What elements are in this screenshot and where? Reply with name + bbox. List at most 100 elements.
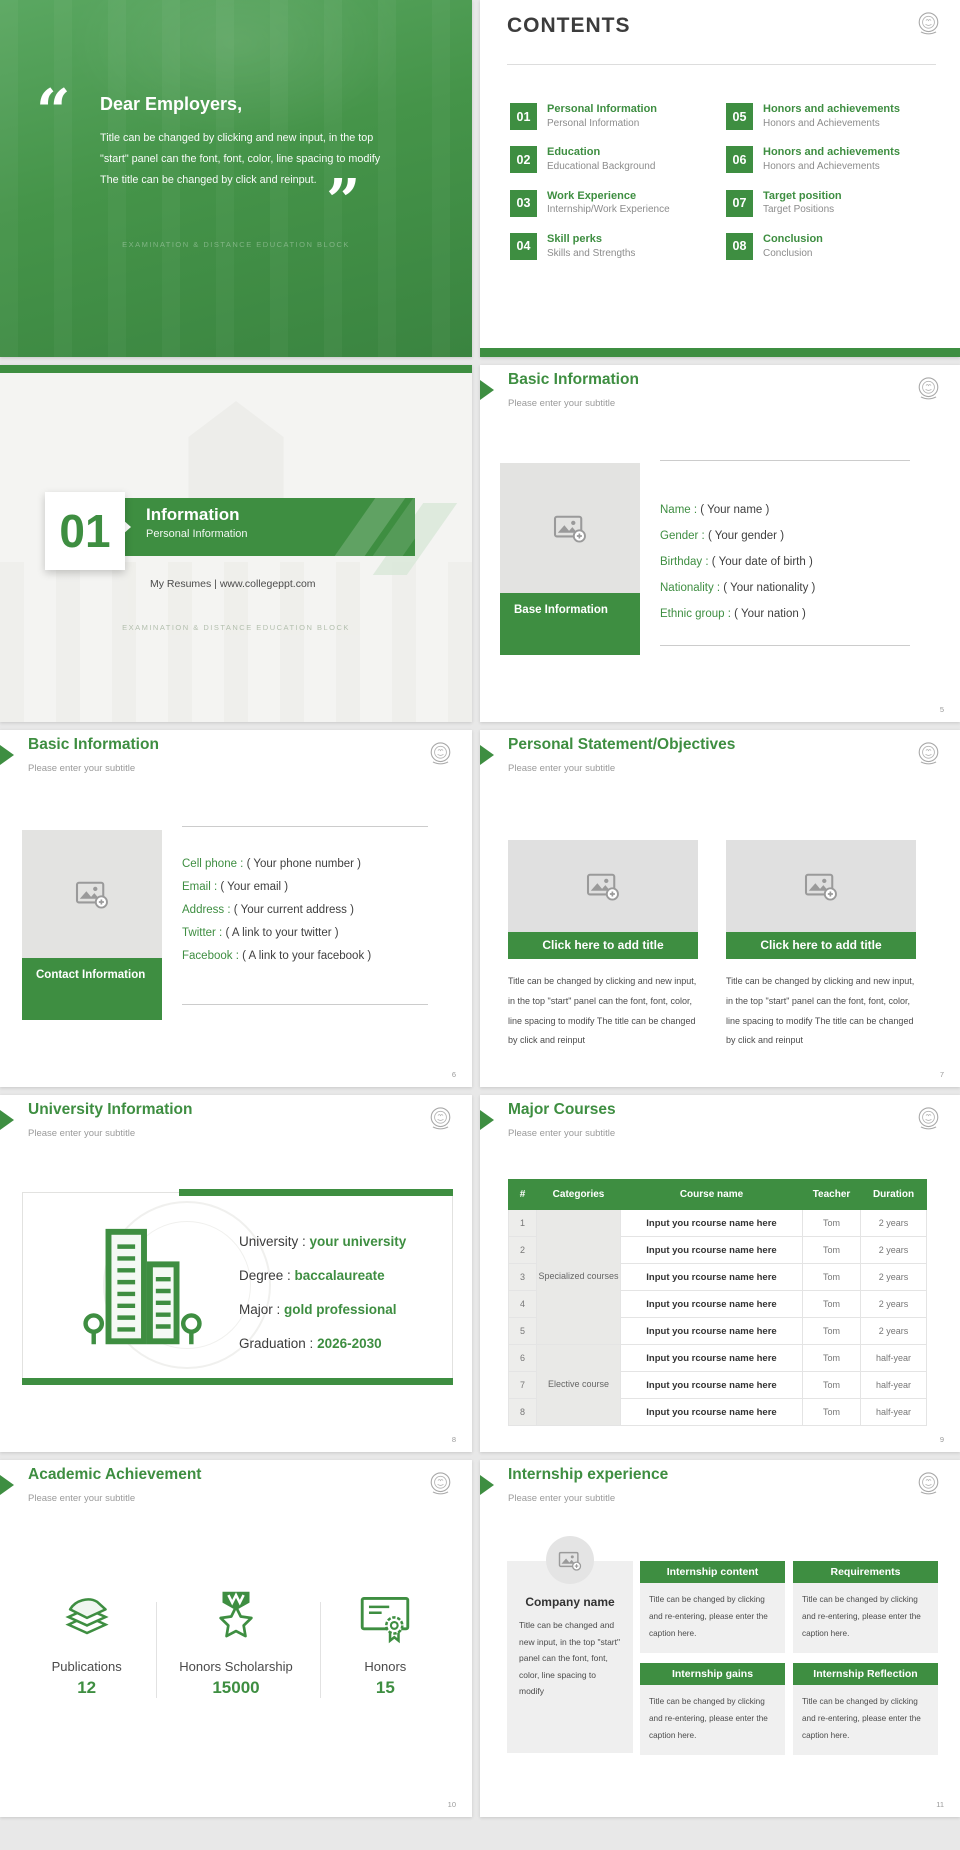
- internship-card: Requirements Title can be changed by cli…: [793, 1561, 938, 1653]
- stat-label: Publications: [51, 1659, 122, 1674]
- info-field-row: Email : ( Your email ): [182, 876, 428, 899]
- info-field-list: Name : ( Your name ) Gender : ( Your gen…: [660, 460, 910, 646]
- header-accent-bar: [0, 365, 472, 373]
- campus-building-icon: [73, 1215, 215, 1367]
- info-field-row: Facebook : ( A link to your facebook ): [182, 945, 428, 968]
- toc-title: Honors and achievements: [763, 146, 900, 159]
- image-placeholder[interactable]: [508, 840, 698, 932]
- toc-item-02[interactable]: 02 Education Educational Background: [510, 146, 710, 174]
- cell-teacher: Tom: [802, 1344, 861, 1372]
- image-placeholder[interactable]: [726, 840, 916, 932]
- image-placeholder[interactable]: [546, 1536, 594, 1584]
- slide-section-01[interactable]: 01 Information Personal Information My R…: [0, 365, 472, 722]
- stat-label: Honors: [364, 1659, 407, 1674]
- field-value: 2026-2030: [317, 1336, 382, 1351]
- publications-books-icon: [60, 1590, 114, 1644]
- slide-major-courses[interactable]: Major Courses Please enter your subtitle…: [480, 1095, 960, 1452]
- toc-item-04[interactable]: 04 Skill perks Skills and Strengths: [510, 232, 710, 260]
- table-header-row: # Categories Course name Teacher Duratio…: [508, 1179, 927, 1210]
- university-seal-logo: [915, 1470, 942, 1497]
- header-cell-course-name: Course name: [620, 1179, 803, 1210]
- image-placeholder[interactable]: [22, 830, 162, 958]
- cell-teacher: Tom: [802, 1263, 861, 1291]
- card-title-bar[interactable]: Requirements: [793, 1561, 938, 1583]
- card-title-bar[interactable]: Internship Reflection: [793, 1663, 938, 1685]
- field-label: Email :: [182, 881, 218, 893]
- field-value: ( Your nation ): [734, 608, 806, 620]
- slide-subtitle: Please enter your subtitle: [508, 1493, 616, 1504]
- field-label: Gender :: [660, 530, 705, 542]
- cell-course-name: Input you rcourse name here: [620, 1263, 803, 1291]
- cell-course-name: Input you rcourse name here: [620, 1317, 803, 1345]
- slide-title: Basic Information: [508, 371, 639, 388]
- toc-item-07[interactable]: 07 Target position Target Positions: [726, 189, 944, 217]
- honors-certificate-icon: [358, 1590, 412, 1644]
- cell-duration: 2 years: [860, 1317, 927, 1345]
- section-title-banner: Information Personal Information: [122, 498, 415, 556]
- toc-title: Work Experience: [547, 189, 637, 202]
- achievement-item: Honors 15: [311, 1590, 460, 1698]
- slide-university-information[interactable]: University Information Please enter your…: [0, 1095, 472, 1452]
- add-title-button[interactable]: Click here to add title: [508, 932, 698, 959]
- cell-duration: 2 years: [860, 1209, 927, 1237]
- university-field-list: University : your university Degree : ba…: [239, 1225, 406, 1361]
- add-image-icon: [804, 871, 838, 901]
- field-label: Address :: [182, 904, 231, 916]
- slide-contents[interactable]: CONTENTS 01 Personal Information Personal…: [480, 0, 960, 357]
- field-value: ( Your date of birth ): [711, 556, 813, 568]
- card-caption: Title can be changed by clicking and re-…: [640, 1685, 785, 1755]
- image-placeholder[interactable]: [500, 463, 640, 593]
- field-value: ( Your gender ): [707, 530, 785, 542]
- toc-title: Skill perks: [547, 232, 603, 245]
- slide-academic-achievement[interactable]: Academic Achievement Please enter your s…: [0, 1460, 472, 1817]
- toc-item-08[interactable]: 08 Conclusion Conclusion: [726, 232, 944, 260]
- toc-subtitle: Personal Information: [547, 117, 640, 129]
- toc-number-badge: 03: [510, 189, 537, 217]
- stat-value: 12: [77, 1678, 97, 1697]
- toc-title: Honors and achievements: [763, 103, 900, 115]
- toc-subtitle: Skills and Strengths: [547, 247, 636, 259]
- slide-subtitle: Please enter your subtitle: [28, 763, 136, 774]
- open-quote-icon: “: [36, 77, 71, 147]
- toc-number-badge: 05: [726, 103, 753, 130]
- info-field-row: Gender : ( Your gender ): [660, 523, 910, 549]
- field-label: Major :: [239, 1302, 281, 1317]
- table-row: 6 Elective course Input you rcourse name…: [508, 1344, 927, 1426]
- toc-number-badge: 07: [726, 189, 753, 217]
- title-arrow-icon: [480, 1110, 494, 1130]
- header-cell-categories: Categories: [536, 1179, 621, 1210]
- add-title-button[interactable]: Click here to add title: [726, 932, 916, 959]
- photo-caption-watermark: EXAMINATION & DISTANCE EDUCATION BLOCK: [122, 623, 350, 632]
- page-number: 9: [939, 1435, 944, 1444]
- title-arrow-icon: [0, 1110, 14, 1130]
- slide-internship-experience[interactable]: Internship experience Please enter your …: [480, 1460, 960, 1817]
- title-arrow-icon: [0, 745, 14, 765]
- slide-personal-statement[interactable]: Personal Statement/Objectives Please ent…: [480, 730, 960, 1087]
- info-field-row: Cell phone : ( Your phone number ): [182, 853, 428, 876]
- slide-basic-information[interactable]: Basic Information Please enter your subt…: [480, 365, 960, 722]
- statement-card: Click here to add title Title can be cha…: [508, 840, 698, 1060]
- add-image-icon: [553, 513, 587, 543]
- title-arrow-icon: [480, 1475, 494, 1495]
- title-divider: [507, 64, 936, 65]
- field-value: ( A link to your facebook ): [242, 950, 372, 962]
- toc-item-05[interactable]: 05 Honors and achievements Honors and Ach…: [726, 103, 944, 130]
- table-of-contents: 01 Personal Information Personal Informat…: [510, 103, 944, 260]
- cell-duration: 2 years: [860, 1263, 927, 1291]
- courses-table: # Categories Course name Teacher Duratio…: [508, 1179, 927, 1426]
- card-title-bar[interactable]: Internship content: [640, 1561, 785, 1583]
- info-field-row: Nationality : ( Your nationality ): [660, 575, 910, 601]
- cell-duration: half-year: [860, 1398, 927, 1426]
- slide-cover[interactable]: “ Dear Employers, Title can be changed b…: [0, 0, 472, 357]
- slide-contact-information[interactable]: Basic Information Please enter your subt…: [0, 730, 472, 1087]
- cell-category: Elective course: [536, 1344, 621, 1426]
- cell-index: 7: [508, 1371, 537, 1399]
- toc-item-01[interactable]: 01 Personal Information Personal Informat…: [510, 103, 710, 130]
- toc-item-03[interactable]: 03 Work Experience Internship/Work Experi…: [510, 189, 710, 217]
- scholarship-medal-icon: [209, 1590, 263, 1644]
- field-value: ( Your name ): [700, 504, 770, 516]
- university-seal-logo: [427, 1105, 454, 1132]
- toc-item-06[interactable]: 06 Honors and achievements Honors and Ach…: [726, 146, 944, 174]
- card-title-bar[interactable]: Internship gains: [640, 1663, 785, 1685]
- field-label: Twitter :: [182, 927, 223, 939]
